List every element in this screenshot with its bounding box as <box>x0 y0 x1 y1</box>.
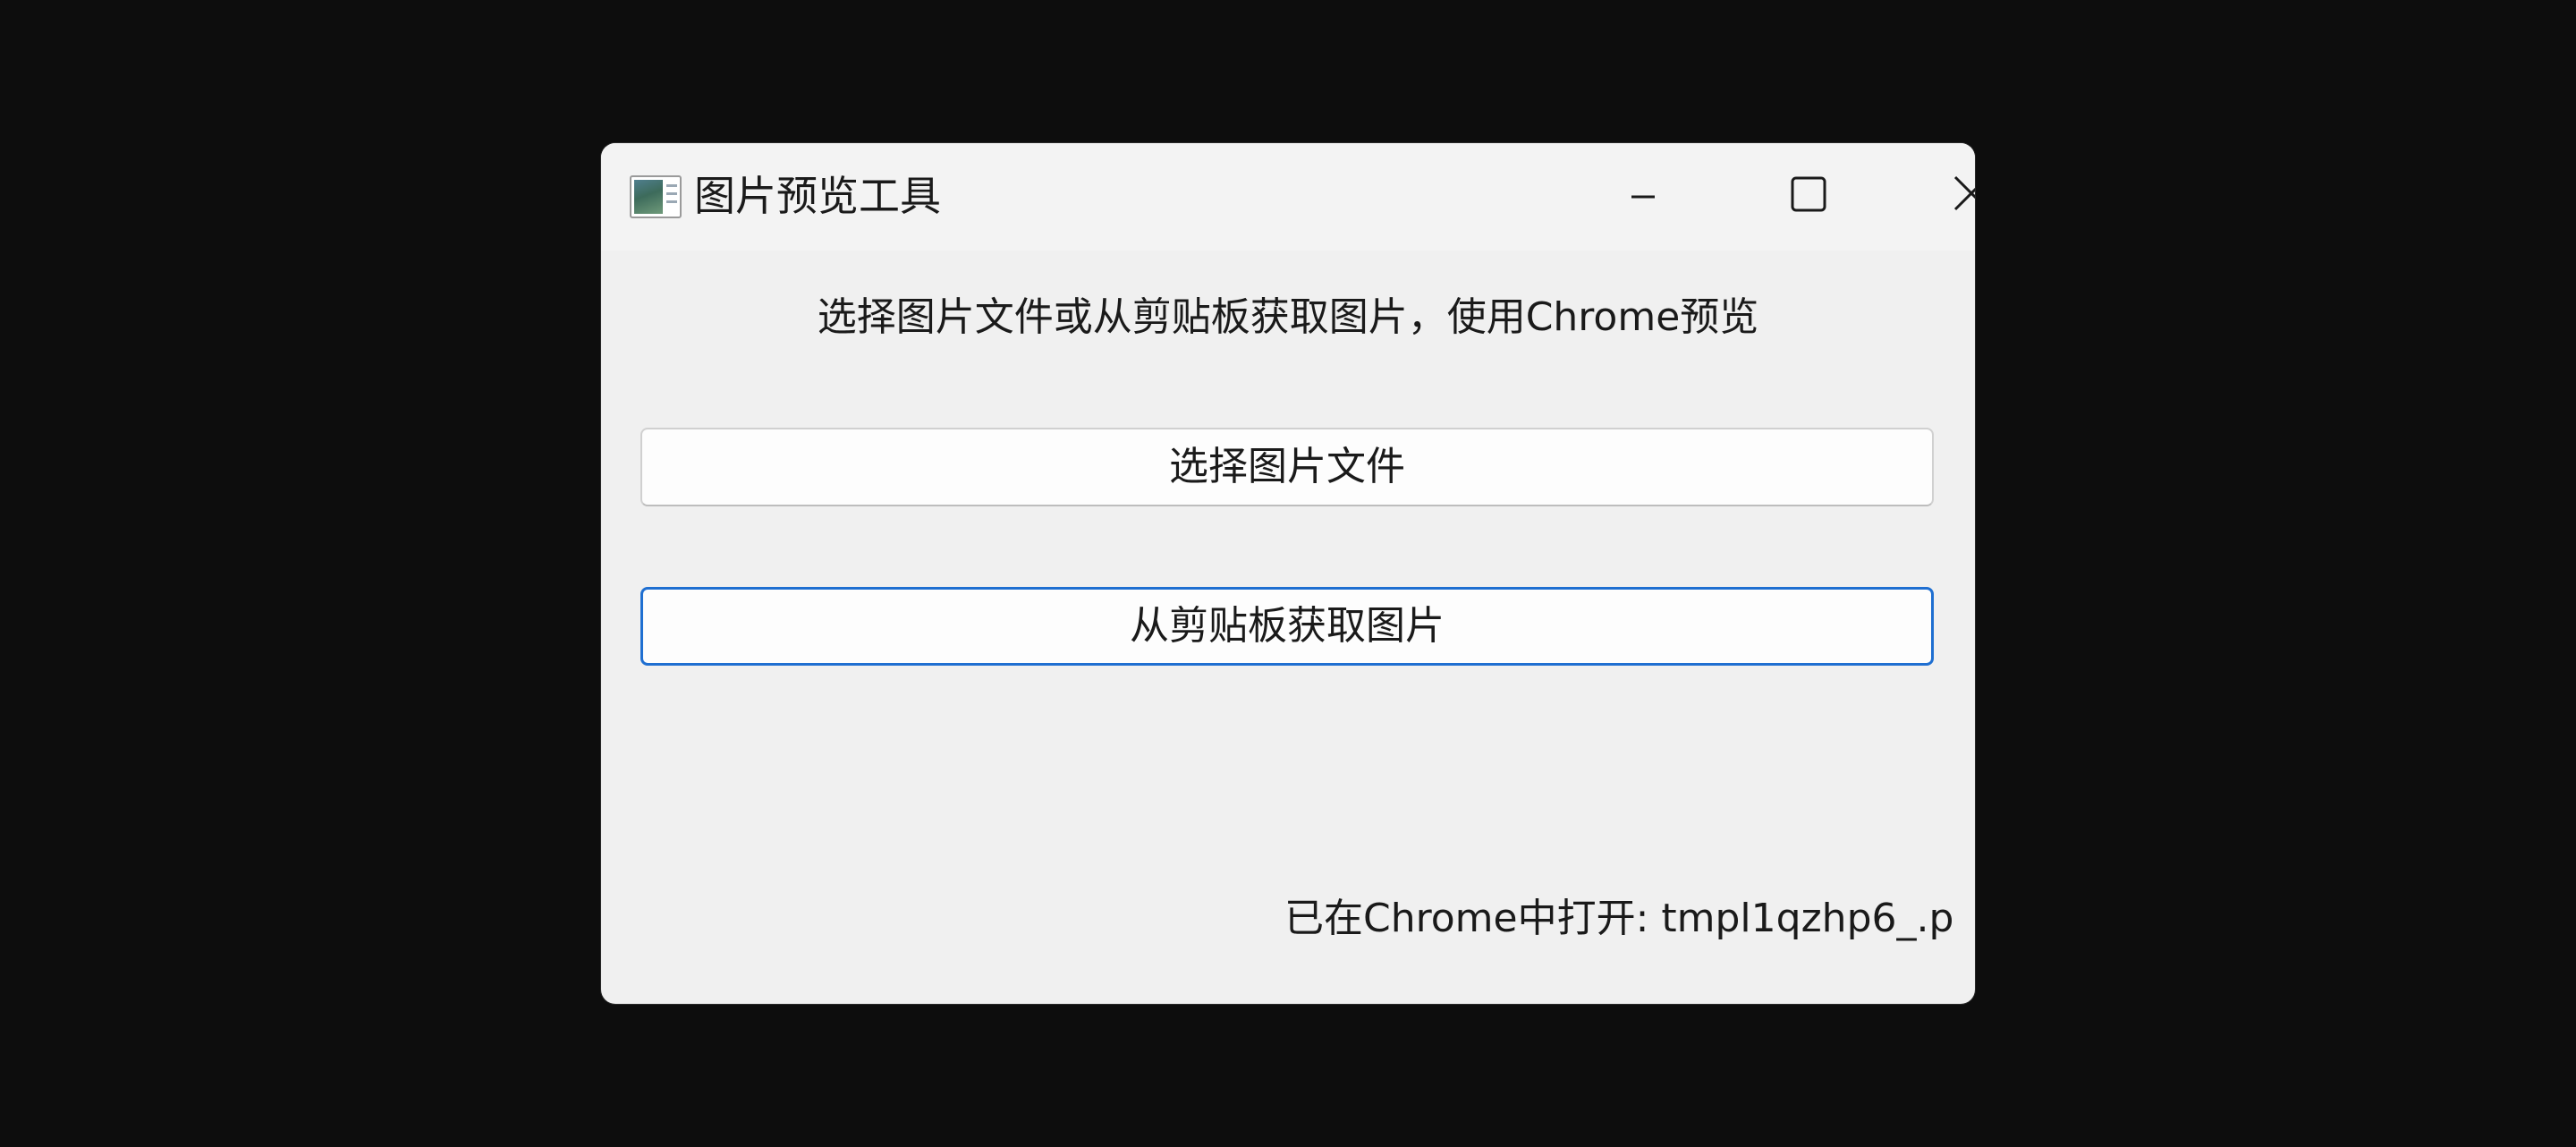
instruction-label: 选择图片文件或从剪贴板获取图片，使用Chrome预览 <box>817 294 1759 340</box>
close-icon <box>1953 175 1975 211</box>
maximize-button[interactable] <box>1723 143 1884 251</box>
minimize-icon <box>1631 195 1655 199</box>
maximize-icon <box>1791 176 1826 212</box>
app-icon <box>630 175 682 218</box>
close-button[interactable] <box>1884 143 1975 251</box>
clipboard-image-button[interactable]: 从剪贴板获取图片 <box>640 587 1934 666</box>
select-image-file-button[interactable]: 选择图片文件 <box>640 428 1934 506</box>
app-window: 图片预览工具 选择图片文件或从剪贴板获取图片，使用Chrome预览 选择图片文件… <box>601 143 1975 1004</box>
window-title: 图片预览工具 <box>694 172 941 220</box>
title-bar[interactable]: 图片预览工具 <box>601 143 1975 251</box>
minimize-button[interactable] <box>1562 143 1723 251</box>
status-label: 已在Chrome中打开: tmpl1qzhp6_.p <box>1284 896 1954 941</box>
